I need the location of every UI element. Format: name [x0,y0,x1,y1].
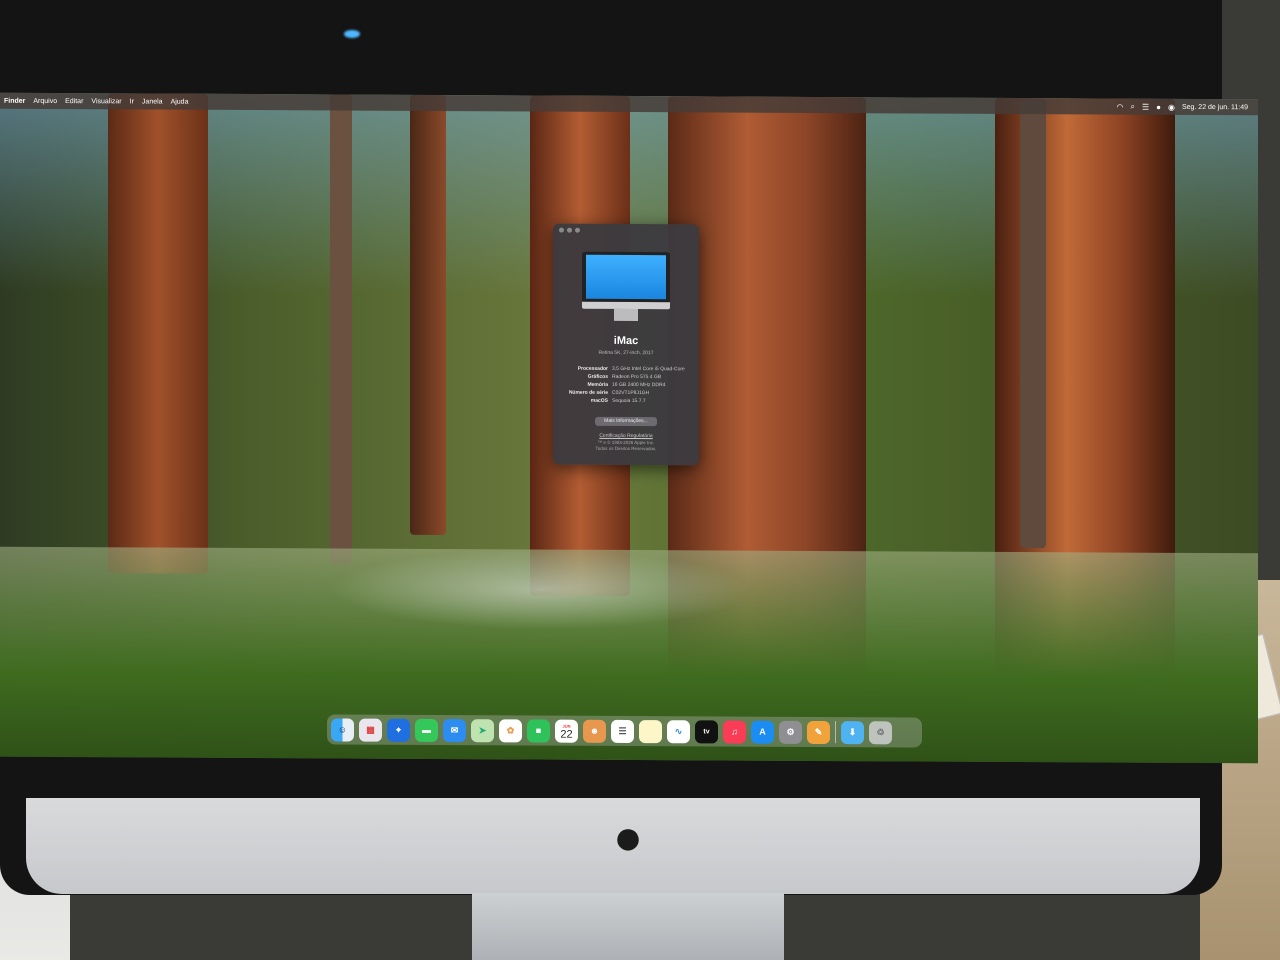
spec-row: Memória 16 GB 2400 MHz DDR4 [559,382,695,389]
spec-row: Número de série C02VT1P8J1GH [559,390,695,397]
imac-body: Finder Arquivo Editar Visualizar Ir Jane… [0,0,1258,895]
spec-value: Sequoia 15.7.7 [612,397,646,405]
menu-visualizar[interactable]: Visualizar [91,98,121,105]
wallpaper-tree [108,93,208,574]
spec-label: macOS [590,397,608,404]
camera-light [344,30,360,38]
screen: Finder Arquivo Editar Visualizar Ir Jane… [0,92,1258,764]
siri-icon[interactable]: ◉ [1168,102,1175,111]
dock-separator [835,721,836,744]
wallpaper-tree [1020,98,1046,549]
freeform-icon[interactable]: ∿ [667,719,690,743]
about-this-mac-window: iMac Retina 5K, 27-inch, 2017 Processado… [553,223,699,466]
photos-icon[interactable]: ✿ [499,718,522,742]
calendar-day: 22 [560,728,573,741]
wallpaper-tree [410,94,446,536]
calendar-icon[interactable]: JUN 22 [555,719,578,743]
spec-label: Gráficos [587,373,608,380]
spec-value: 3,5 GHz Intel Core i5 Quad-Core [612,365,685,373]
maps-icon[interactable]: ➤ [471,718,494,742]
model-name: iMac [613,334,639,348]
menu-ir[interactable]: Ir [130,98,134,105]
imac-stand [472,893,784,960]
apple-logo-icon: ● [612,809,644,865]
menu-arquivo[interactable]: Arquivo [33,97,57,104]
tv-icon[interactable]: tv [695,719,718,743]
menu-editar[interactable]: Editar [65,98,83,105]
safari-icon[interactable]: ⌖ [387,718,410,742]
imac-chin: ● [26,798,1200,894]
trash-icon[interactable]: ♲ [869,720,892,744]
menu-app-finder[interactable]: Finder [4,97,25,104]
launchpad-icon[interactable]: ▦ [359,718,382,742]
zoom-icon[interactable] [575,227,580,233]
status-area: ◠ ⌕ ☰ ● ◉ Seg. 22 de jun. 11:49 [1116,102,1258,113]
mail-icon[interactable]: ✉ [443,718,466,742]
spec-list: Processador 3,5 GHz Intel Core i5 Quad-C… [559,366,695,407]
reminders-icon[interactable]: ☰ [611,719,634,743]
app-store-icon[interactable]: A [751,720,774,744]
user-icon[interactable]: ● [1156,102,1161,111]
close-icon[interactable] [559,227,564,233]
clock[interactable]: Seg. 22 de jun. 11:49 [1182,103,1248,110]
imac-icon [582,251,670,322]
minimize-icon[interactable] [567,227,572,233]
facetime-icon[interactable]: ■ [527,718,550,743]
spec-value: C02VT1P8J1GH [612,389,650,397]
spec-label: Memória [587,381,608,388]
messages-icon[interactable]: ▬ [415,718,438,742]
spec-label: Processador [577,365,608,372]
downloads-folder-icon[interactable]: ⬇ [841,720,864,744]
spec-value: Radeon Pro 575 4 GB [612,373,662,381]
notes-icon[interactable] [639,719,662,743]
copyright-text: ™ e © 1983-2026 Apple Inc. Todos os Dire… [553,440,699,453]
pages-icon[interactable]: ✎ [807,720,830,744]
regulatory-certification-link[interactable]: Certificação Regulatória [553,433,699,440]
spec-row: macOS Sequoia 15.7.7 [559,398,695,405]
control-center-icon[interactable]: ☰ [1142,102,1149,111]
more-info-button[interactable]: Mais Informações... [595,416,657,427]
wifi-icon[interactable]: ◠ [1116,102,1123,111]
music-icon[interactable]: ♫ [723,719,746,744]
tv-label: tv [703,727,710,735]
menu-ajuda[interactable]: Ajuda [171,98,189,105]
spec-value: 16 GB 2400 MHz DDR4 [612,381,666,389]
spec-row: Gráficos Radeon Pro 575 4 GB [559,374,695,381]
copyright-line: Todos os Direitos Reservados. [595,445,657,452]
model-subtitle: Retina 5K, 27-inch, 2017 [598,349,654,357]
system-settings-icon[interactable]: ⚙ [779,720,802,744]
dock: ☺ ▦ ⌖ ▬ ✉ ➤ ✿ ■ JUN 22 ☻ ☰ ∿ tv ♫ A ⚙ ✎ … [327,714,922,748]
window-controls [559,227,580,233]
contacts-icon[interactable]: ☻ [583,719,606,743]
menu-janela[interactable]: Janela [142,98,163,105]
spec-row: Processador 3,5 GHz Intel Core i5 Quad-C… [559,366,695,373]
search-icon[interactable]: ⌕ [1130,102,1134,112]
wallpaper-tree [330,94,352,565]
spec-label: Número de série [568,389,608,396]
finder-icon[interactable]: ☺ [331,717,354,742]
wallpaper-mist [330,548,750,631]
